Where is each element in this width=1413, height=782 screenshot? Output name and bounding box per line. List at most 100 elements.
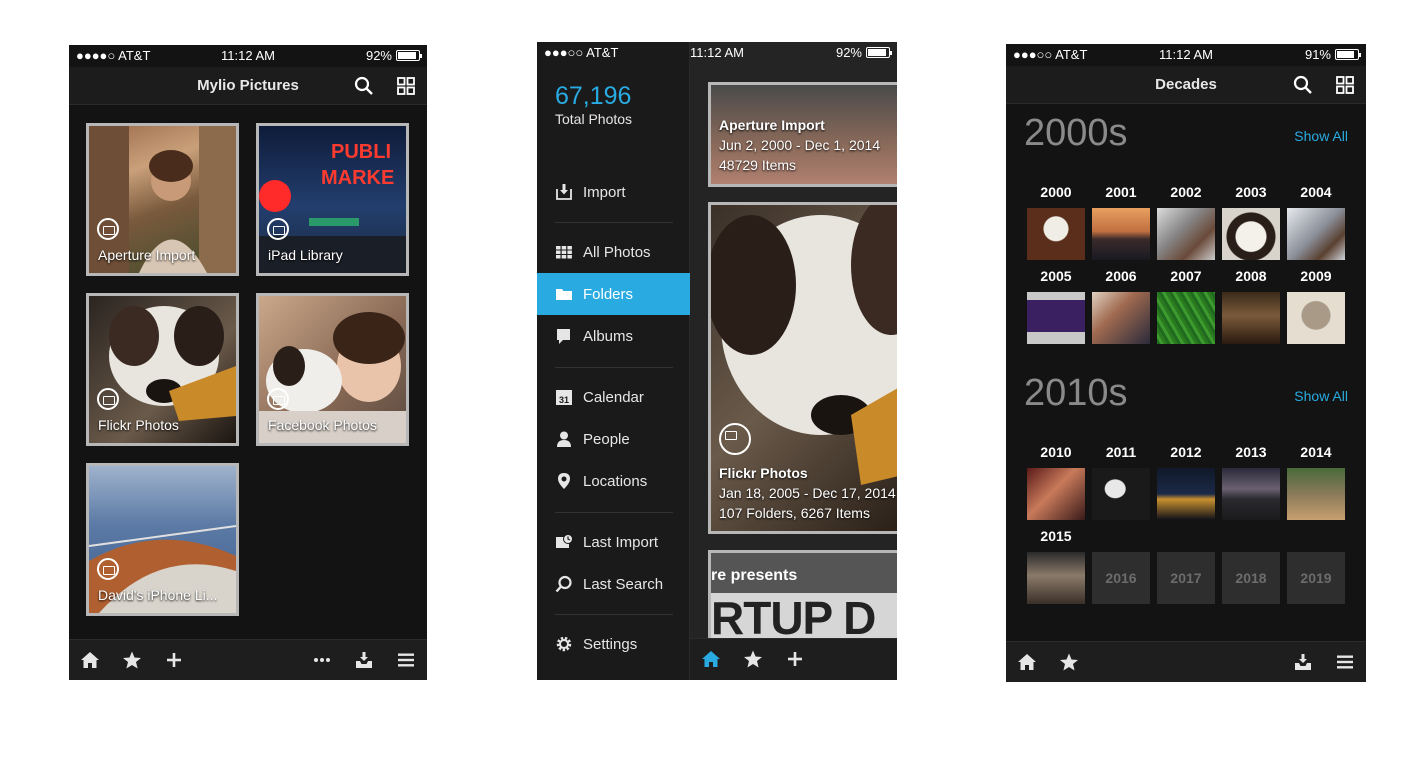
- sidebar-item-people[interactable]: People: [537, 418, 690, 460]
- star-icon[interactable]: [122, 650, 142, 670]
- year-label: 2000: [1040, 184, 1072, 200]
- gear-icon: [556, 636, 572, 652]
- sidebar-item-settings[interactable]: Settings: [537, 623, 690, 665]
- tab-bar: [1006, 641, 1366, 682]
- year-thumbnail[interactable]: [1157, 468, 1215, 520]
- year-thumbnail[interactable]: [1027, 292, 1085, 344]
- poster-text: re presents: [711, 567, 798, 584]
- menu-icon[interactable]: [396, 650, 416, 670]
- search-icon: [555, 575, 572, 593]
- menu-icon[interactable]: [1335, 652, 1355, 672]
- sidebar-item-calendar[interactable]: 31 Calendar: [537, 376, 690, 418]
- svg-text:MARKE: MARKE: [321, 167, 394, 189]
- sidebar-item-albums[interactable]: Albums: [537, 315, 690, 357]
- year-label: 2011: [1105, 444, 1137, 460]
- svg-text:PUBLI: PUBLI: [331, 141, 391, 163]
- album-icon: [557, 329, 570, 344]
- year-thumbnail[interactable]: [1287, 292, 1345, 344]
- folder-tile[interactable]: Facebook Photos: [256, 293, 409, 446]
- sidebar-item-last-import[interactable]: Last Import: [537, 521, 690, 563]
- plus-icon[interactable]: [785, 649, 805, 669]
- year-label: 2013: [1235, 444, 1267, 460]
- more-icon[interactable]: [312, 650, 332, 670]
- card-dates: Jan 18, 2005 - Dec 17, 2014: [719, 485, 896, 501]
- folder-tile[interactable]: Aperture Import: [86, 123, 239, 276]
- battery-percent: 92%: [835, 45, 862, 60]
- clock: 11:12 AM: [690, 45, 744, 60]
- tile-label: iPad Library: [268, 247, 343, 263]
- year-thumbnail[interactable]: [1287, 468, 1345, 520]
- year-label: 2006: [1105, 268, 1137, 284]
- battery-icon: [1335, 49, 1361, 60]
- year-thumbnail[interactable]: [1092, 292, 1150, 344]
- year-thumbnail[interactable]: [1027, 552, 1085, 604]
- sidebar-item-all-photos[interactable]: All Photos: [537, 231, 690, 273]
- year-thumbnail[interactable]: [1222, 208, 1280, 260]
- total-photos-label: Total Photos: [555, 111, 633, 127]
- year-thumbnail[interactable]: [1092, 468, 1150, 520]
- sidebar-item-label: People: [583, 430, 630, 448]
- card-details: Aperture Import Jun 2, 2000 - Dec 1, 201…: [719, 115, 880, 175]
- folder-tile[interactable]: Flickr Photos: [86, 293, 239, 446]
- year-thumbnail[interactable]: [1027, 208, 1085, 260]
- battery-percent: 91%: [1304, 47, 1331, 62]
- tab-bar: [69, 639, 427, 680]
- year-thumbnail[interactable]: [1222, 468, 1280, 520]
- year-label: 2008: [1235, 268, 1267, 284]
- decade-heading: 2010s: [1024, 372, 1128, 414]
- grid-icon[interactable]: [396, 76, 416, 96]
- year-label: 2004: [1300, 184, 1332, 200]
- star-icon[interactable]: [1059, 652, 1079, 672]
- card-dates: Jun 2, 2000 - Dec 1, 2014: [719, 137, 881, 153]
- folder-icon: [267, 388, 289, 410]
- calendar-icon: 31: [556, 390, 572, 405]
- folder-card[interactable]: Aperture Import Jun 2, 2000 - Dec 1, 201…: [708, 82, 897, 187]
- plus-icon[interactable]: [164, 650, 184, 670]
- last-import-icon: [556, 534, 573, 548]
- show-all-link[interactable]: Show All: [1294, 388, 1348, 404]
- battery-indicator: 92%: [365, 48, 422, 63]
- sidebar-item-label: Import: [583, 183, 626, 201]
- sidebar-item-import[interactable]: Import: [537, 171, 690, 213]
- star-icon[interactable]: [743, 649, 763, 669]
- year-thumbnail[interactable]: [1157, 292, 1215, 344]
- divider: [555, 512, 673, 513]
- search-icon[interactable]: [354, 76, 374, 96]
- card-title: Aperture Import: [719, 117, 825, 133]
- search-icon[interactable]: [1293, 75, 1313, 95]
- divider: [555, 614, 673, 615]
- import-tray-icon[interactable]: [1293, 652, 1313, 672]
- year-label: 2002: [1170, 184, 1202, 200]
- card-count: 107 Folders, 6267 Items: [719, 505, 870, 521]
- year-empty-cell: 2016: [1092, 552, 1150, 604]
- home-icon[interactable]: [1017, 652, 1037, 672]
- status-bar: ●●●●○ AT&T 11:12 AM 92%: [69, 45, 427, 67]
- year-thumbnail[interactable]: [1222, 292, 1280, 344]
- import-tray-icon[interactable]: [354, 650, 374, 670]
- year-thumbnail[interactable]: [1027, 468, 1085, 520]
- year-thumbnail[interactable]: [1287, 208, 1345, 260]
- year-label: 2003: [1235, 184, 1267, 200]
- nav-bar: Mylio Pictures: [69, 67, 427, 105]
- year-empty-cell: 2019: [1287, 552, 1345, 604]
- card-count: 48729 Items: [719, 157, 797, 173]
- sidebar-item-last-search[interactable]: Last Search: [537, 563, 690, 605]
- sidebar-item-locations[interactable]: Locations: [537, 460, 690, 502]
- battery-percent: 92%: [365, 48, 392, 63]
- home-icon[interactable]: [80, 650, 100, 670]
- folder-card[interactable]: Flickr Photos Jan 18, 2005 - Dec 17, 201…: [708, 202, 897, 534]
- folder-icon: [719, 423, 751, 455]
- show-all-link[interactable]: Show All: [1294, 128, 1348, 144]
- year-label: 2005: [1040, 268, 1072, 284]
- folder-tile[interactable]: PUBLI MARKE iPad Library: [256, 123, 409, 276]
- battery-indicator: 92%: [835, 45, 892, 60]
- folder-tile[interactable]: David's iPhone Li...: [86, 463, 239, 616]
- phone-screen-folders: ●●●●○ AT&T 11:12 AM 92% Mylio Pictures A…: [69, 45, 427, 680]
- year-thumbnail[interactable]: [1157, 208, 1215, 260]
- battery-icon: [866, 47, 892, 58]
- sidebar-item-folders[interactable]: Folders: [537, 273, 690, 315]
- grid-icon[interactable]: [1335, 75, 1355, 95]
- card-title: Flickr Photos: [719, 465, 808, 481]
- home-icon[interactable]: [701, 649, 721, 669]
- year-thumbnail[interactable]: [1092, 208, 1150, 260]
